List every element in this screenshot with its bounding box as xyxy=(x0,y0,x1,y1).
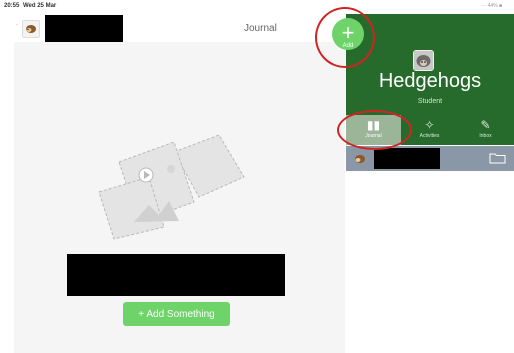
page-title: Journal xyxy=(244,23,277,34)
redacted-block xyxy=(67,254,285,296)
hedgehog-profile-icon xyxy=(414,51,433,70)
status-time: 20:55 xyxy=(4,3,20,9)
status-date: Wed 25 Mar xyxy=(23,3,57,9)
add-something-button[interactable]: + Add Something xyxy=(123,302,230,326)
tab-journal[interactable]: ▮▮ Journal xyxy=(346,115,401,145)
folder-icon[interactable] xyxy=(489,152,506,164)
plus-icon: + xyxy=(341,19,355,45)
status-bar: 20:55 Wed 25 Mar ··· 44% ■ xyxy=(0,0,514,14)
journal-panel: ◦ Journal + Add Something xyxy=(14,14,345,353)
journal-icon: ▮▮ xyxy=(366,118,381,132)
hedgehog-avatar-icon xyxy=(26,25,36,33)
redacted-block xyxy=(374,148,440,169)
profile-header: Hedgehogs Student ▮▮ Journal ✧ Activitie… xyxy=(346,14,514,145)
status-indicators: ··· 44% ■ xyxy=(481,3,502,9)
empty-journal-illustration xyxy=(98,134,245,240)
tab-inbox[interactable]: ✎ Inbox xyxy=(458,115,513,145)
class-avatar-icon[interactable] xyxy=(22,20,40,38)
tab-label: Activities xyxy=(419,133,440,139)
tab-label: Inbox xyxy=(479,133,492,139)
tab-label: Journal xyxy=(365,133,382,139)
add-label: Add xyxy=(342,42,354,49)
profile-role: Student xyxy=(417,98,443,105)
add-button[interactable]: + Add xyxy=(332,18,364,50)
student-sidebar: Hedgehogs Student ▮▮ Journal ✧ Activitie… xyxy=(346,14,514,353)
hedgehog-avatar-icon xyxy=(355,155,365,163)
avatar[interactable] xyxy=(413,50,434,71)
lightbulb-icon: ✧ xyxy=(424,118,435,132)
class-row[interactable] xyxy=(346,146,514,171)
back-indicator: ◦ xyxy=(16,22,18,28)
tab-activities[interactable]: ✧ Activities xyxy=(402,115,457,145)
profile-name: Hedgehogs xyxy=(378,70,482,92)
journal-header: ◦ Journal xyxy=(14,14,345,42)
redacted-block xyxy=(45,15,123,42)
chat-icon: ✎ xyxy=(480,118,491,132)
